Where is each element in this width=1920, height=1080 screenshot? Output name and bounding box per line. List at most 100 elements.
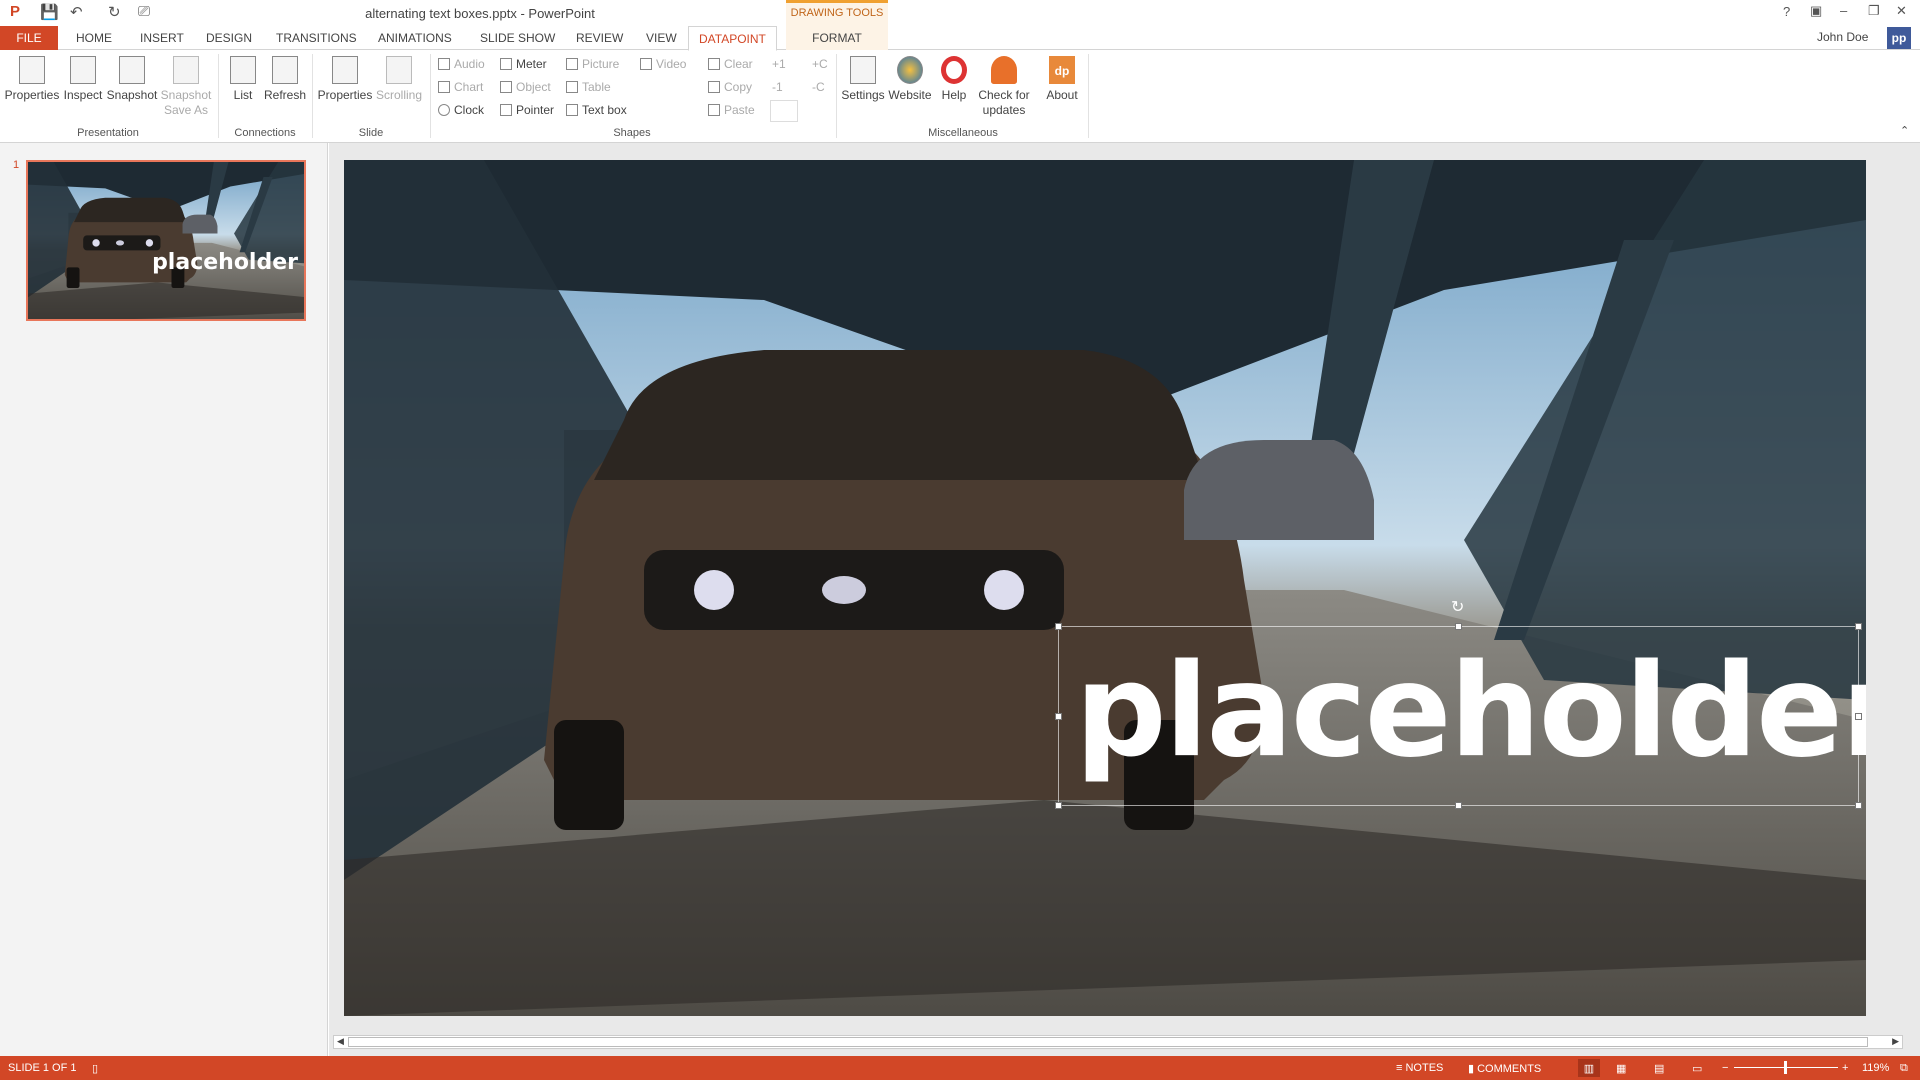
meter-button[interactable]: Meter [500,54,547,74]
slide-sorter-icon[interactable]: ▦ [1616,1062,1626,1075]
collapse-ribbon-icon[interactable]: ⌃ [1900,124,1909,137]
resize-handle[interactable] [1055,802,1062,809]
tab-review[interactable]: REVIEW [566,26,633,50]
slide-text[interactable]: placeholder [1075,637,1866,787]
scrollbar-thumb[interactable] [348,1037,1868,1047]
help-icon[interactable]: ? [1783,4,1790,19]
inspect-button[interactable]: Inspect [62,56,104,103]
settings-icon [850,56,876,84]
globe-icon [897,56,923,84]
picture-icon [566,58,578,70]
drawing-tools-context: DRAWING TOOLS [786,0,888,26]
restore-icon[interactable]: ❐ [1868,3,1880,19]
tab-home[interactable]: HOME [66,26,122,50]
minimize-icon[interactable]: – [1840,3,1847,18]
slide-number: 1 [13,159,20,171]
resize-handle[interactable] [1055,713,1062,720]
list-icon [230,56,256,84]
tab-insert[interactable]: INSERT [130,26,194,50]
plus-one-button[interactable]: +1 [772,54,786,74]
about-button[interactable]: dp About [1040,56,1084,103]
paste-button[interactable]: Paste [708,100,755,120]
meter-icon [500,58,512,70]
close-icon[interactable]: ✕ [1896,3,1907,19]
audio-button[interactable]: Audio [438,54,485,74]
value-field[interactable] [770,100,798,122]
tab-transitions[interactable]: TRANSITIONS [266,26,367,50]
hard-hat-icon [991,56,1017,84]
inspect-icon [70,56,96,84]
zoom-slider-thumb[interactable] [1784,1061,1787,1074]
spell-check-icon[interactable]: ▯ [92,1062,98,1075]
resize-handle[interactable] [1455,623,1462,630]
resize-handle[interactable] [1855,713,1862,720]
table-button[interactable]: Table [566,77,611,97]
group-label-shapes: Shapes [613,127,651,139]
slide-canvas[interactable]: placeholder ↻ [344,160,1866,1016]
tab-slide-show[interactable]: SLIDE SHOW [470,26,565,50]
user-name[interactable]: John Doe [1817,30,1868,44]
chart-button[interactable]: Chart [438,77,483,97]
ribbon-display-icon[interactable]: ▣ [1810,3,1822,19]
status-bar: SLIDE 1 OF 1 ▯ ≡ NOTES ▮ COMMENTS ▥ ▦ ▤ … [0,1056,1920,1080]
tab-animations[interactable]: ANIMATIONS [368,26,462,50]
slide-thumbnail[interactable]: placeholder [26,160,306,321]
reading-view-icon[interactable]: ▤ [1654,1062,1664,1075]
resize-handle[interactable] [1055,623,1062,630]
picture-button[interactable]: Picture [566,54,619,74]
scroll-left-icon[interactable]: ◀ [337,1036,344,1047]
video-icon [640,58,652,70]
fit-slide-icon[interactable]: ⧉ [1900,1062,1908,1075]
minus-one-button[interactable]: -1 [772,77,783,97]
minus-c-button[interactable]: -C [812,77,825,97]
slide-show-icon[interactable]: ▭ [1692,1062,1702,1075]
avatar[interactable]: pp [1887,27,1911,49]
title-bar: P 💾 ↶ ↻ ⎚ alternating text boxes.pptx - … [0,0,1920,26]
resize-handle[interactable] [1455,802,1462,809]
snapshot-button[interactable]: Snapshot [106,56,158,103]
tab-design[interactable]: DESIGN [196,26,262,50]
tab-file[interactable]: FILE [0,26,58,50]
clock-icon [438,104,450,116]
copy-button[interactable]: Copy [708,77,752,97]
pointer-icon [500,104,512,116]
scrolling-button[interactable]: Scrolling [374,56,424,103]
tab-format[interactable]: FORMAT [786,26,888,50]
properties-icon [19,56,45,84]
clear-button[interactable]: Clear [708,54,753,74]
ribbon-tabs: FILE HOME INSERT DESIGN TRANSITIONS ANIM… [0,26,1920,51]
clock-button[interactable]: Clock [438,100,484,120]
video-button[interactable]: Video [640,54,686,74]
pointer-button[interactable]: Pointer [500,100,554,120]
check-updates-button[interactable]: Check for updates [974,56,1034,118]
normal-view-icon[interactable]: ▥ [1578,1059,1600,1077]
zoom-out-icon[interactable]: − [1722,1062,1728,1074]
snapshot-save-as-button[interactable]: Snapshot Save As [158,56,214,118]
text-box-button[interactable]: Text box [566,100,627,120]
resize-handle[interactable] [1855,802,1862,809]
slide-counter: SLIDE 1 OF 1 [8,1062,77,1074]
slide-properties-button[interactable]: Properties [316,56,374,103]
tab-view[interactable]: VIEW [636,26,687,50]
lifebuoy-icon [941,56,967,84]
comments-button[interactable]: ▮ COMMENTS [1468,1062,1541,1075]
scroll-right-icon[interactable]: ▶ [1892,1036,1899,1047]
chart-icon [438,81,450,93]
object-button[interactable]: Object [500,77,551,97]
resize-handle[interactable] [1855,623,1862,630]
zoom-in-icon[interactable]: + [1842,1062,1848,1074]
website-button[interactable]: Website [886,56,934,103]
refresh-button[interactable]: Refresh [262,56,308,103]
notes-button[interactable]: ≡ NOTES [1396,1062,1443,1074]
properties-button[interactable]: Properties [4,56,60,103]
zoom-level[interactable]: 119% [1862,1062,1889,1074]
selected-text-box[interactable]: placeholder ↻ [1055,599,1866,809]
help-button[interactable]: Help [936,56,972,103]
settings-button[interactable]: Settings [840,56,886,103]
datapoint-logo-icon: dp [1049,56,1075,84]
horizontal-scrollbar[interactable]: ◀ ▶ [333,1035,1903,1049]
list-button[interactable]: List [226,56,260,103]
plus-c-button[interactable]: +C [812,54,828,74]
tab-datapoint[interactable]: DATAPOINT [688,26,777,51]
rotate-handle-icon[interactable]: ↻ [1451,597,1464,617]
